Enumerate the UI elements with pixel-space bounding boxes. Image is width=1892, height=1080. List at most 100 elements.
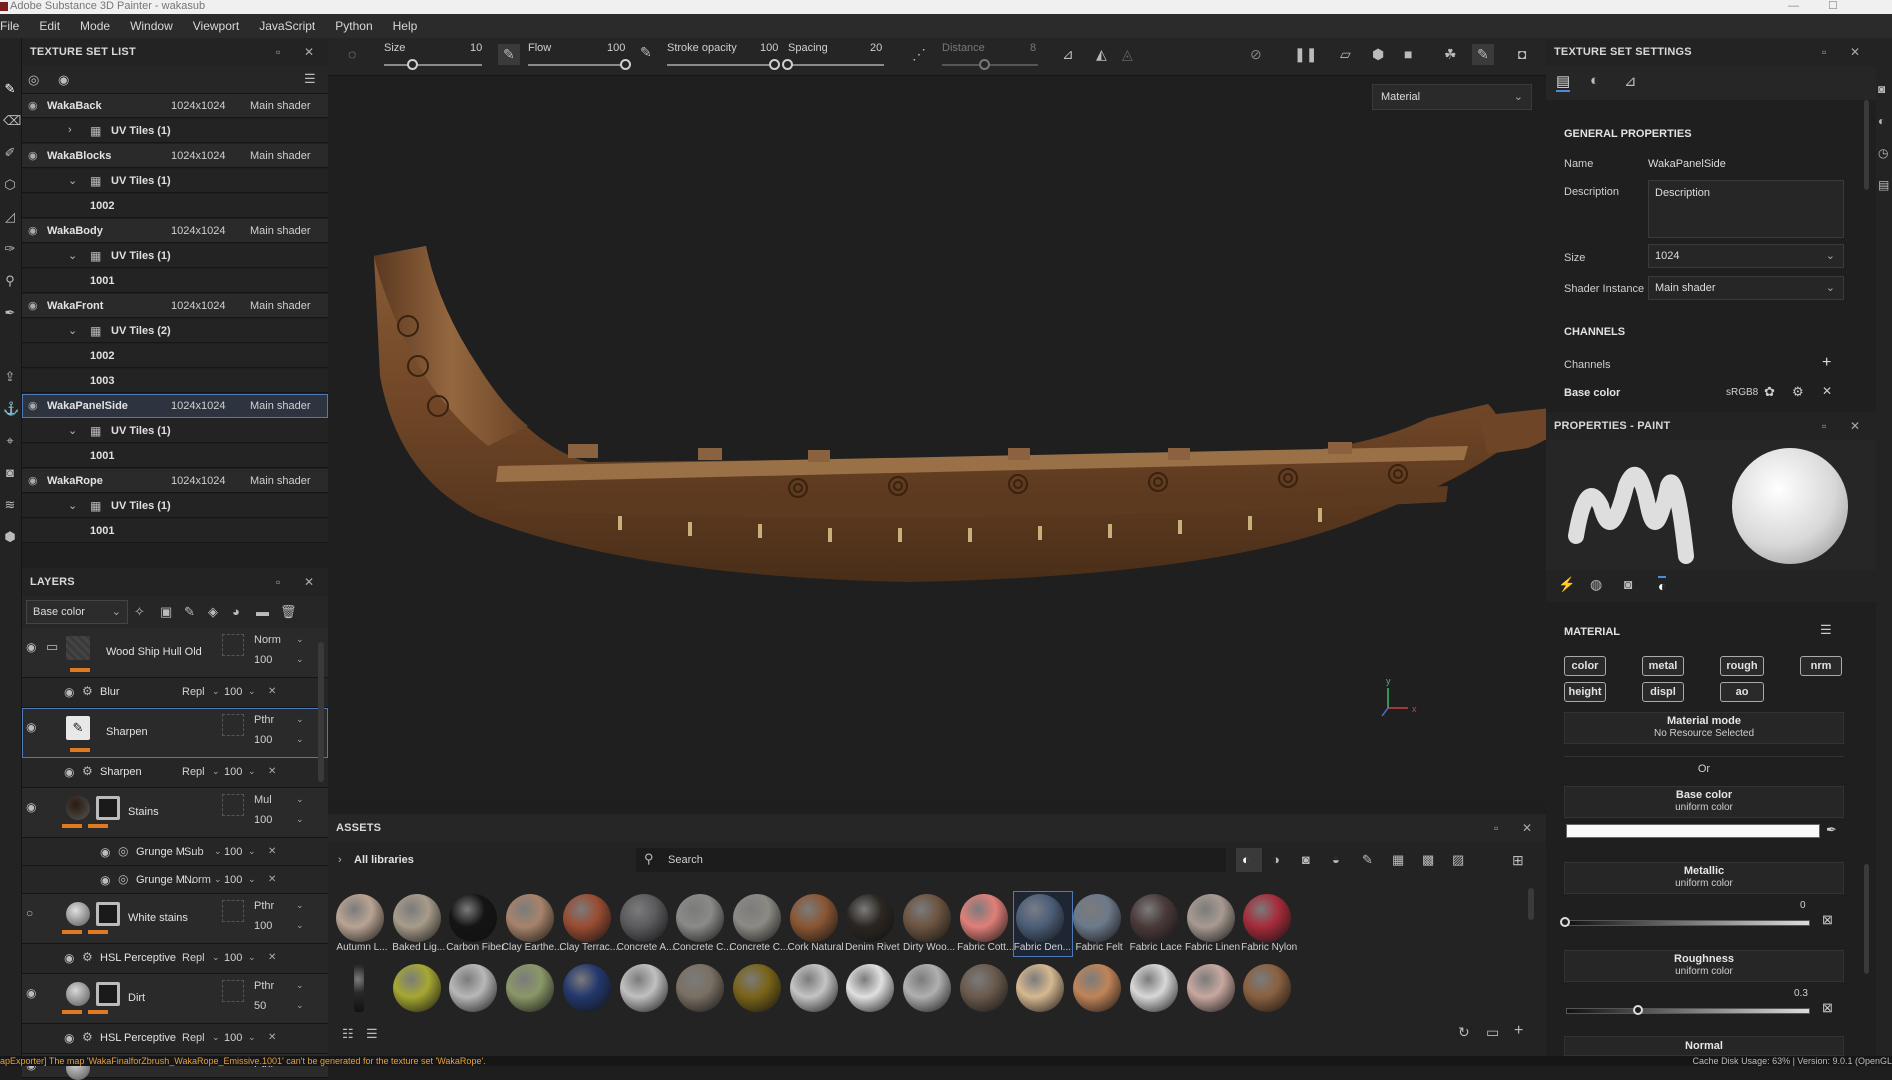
close-icon[interactable]: ✕	[1850, 45, 1860, 59]
blend-mode[interactable]: Pthr	[254, 980, 274, 992]
menu-file[interactable]: File	[0, 19, 29, 33]
chip-height[interactable]: height	[1564, 682, 1606, 702]
new-folder-icon[interactable]: ▭	[1486, 1024, 1499, 1041]
maximize-button[interactable]: ☐	[1828, 0, 1838, 13]
expand-chevron-icon[interactable]: ⌄	[68, 424, 77, 437]
asset-tile[interactable]: Concrete A...	[617, 892, 676, 956]
library-expand-icon[interactable]: ›	[338, 854, 342, 866]
layer-effect-row[interactable]: ◉ ⚙ Sharpen Repl ⌄ 100 ⌄ ✕	[22, 758, 328, 788]
asset-tile[interactable]: Clay Earthe...	[502, 892, 562, 956]
asset-tile[interactable]	[846, 964, 895, 1012]
metallic-card[interactable]: Metallic uniform color	[1564, 862, 1844, 894]
asset-tile[interactable]: Cork Natural	[788, 892, 846, 956]
eye-icon[interactable]: ◉	[58, 72, 69, 88]
menu-help[interactable]: Help	[383, 19, 428, 33]
chevron-down-icon[interactable]: ⌄	[248, 1032, 256, 1043]
eraser-icon[interactable]: ⌫	[3, 114, 21, 128]
chip-nrm[interactable]: nrm	[1800, 656, 1842, 676]
layers-scrollbar[interactable]	[318, 642, 324, 782]
layer-row[interactable]: ◉ Dirt Pthr ⌄ 50 ⌄	[22, 974, 328, 1024]
assets-list-icon[interactable]: ☰	[366, 1026, 378, 1042]
menu-javascript[interactable]: JavaScript	[249, 19, 325, 33]
asset-tile[interactable]	[903, 964, 951, 1012]
asset-tile[interactable]	[354, 964, 364, 1012]
library-name[interactable]: All libraries	[354, 854, 414, 866]
remove-channel-icon[interactable]: ✕	[1822, 384, 1832, 398]
layer-row[interactable]: ◉ Stains Mul ⌄ 100 ⌄	[22, 788, 328, 838]
chevron-down-icon[interactable]: ⌄	[214, 874, 222, 885]
description-field[interactable]: Description	[1648, 180, 1844, 238]
anchor-icon[interactable]: ⚓	[3, 402, 19, 416]
add-fill-layer-icon[interactable]: ◈	[208, 604, 218, 620]
asset-tile[interactable]: Concrete C...	[673, 892, 732, 956]
asset-tile[interactable]: Baked Lig...	[391, 892, 449, 956]
filter-textures-icon[interactable]: ▦	[1392, 852, 1404, 868]
chevron-down-icon[interactable]: ⌄	[296, 654, 304, 665]
uv-tiles-row[interactable]: ⌄ ▦ UV Tiles (2)	[22, 319, 328, 343]
chevron-down-icon[interactable]: ⌄	[296, 634, 304, 645]
viewport-mode-select[interactable]: Material ⌄	[1372, 84, 1532, 110]
layers-stack-icon[interactable]: ≋	[3, 498, 17, 512]
texture-set-row[interactable]: ◉ WakaBlocks 1024x1024 Main shader	[22, 144, 328, 168]
blend-mode[interactable]: Pthr	[254, 714, 274, 726]
asset-tile[interactable]: Clay Terrac...	[559, 892, 619, 956]
flow-slider[interactable]	[528, 64, 626, 66]
menu-viewport[interactable]: Viewport	[183, 19, 249, 33]
eye-icon[interactable]: ◉	[28, 149, 38, 162]
chevron-down-icon[interactable]: ⌄	[248, 686, 256, 697]
alignment-icon[interactable]: ⊿	[1062, 46, 1074, 63]
camera-icon[interactable]: ■	[1404, 46, 1412, 62]
asset-tile[interactable]: Carbon Fiber	[446, 892, 505, 956]
color-profile-icon[interactable]: ✿	[1764, 384, 1775, 400]
blend-mode[interactable]: Mul	[254, 794, 272, 806]
effect-opacity[interactable]: 100	[224, 952, 242, 964]
effect-opacity[interactable]: 100	[224, 1032, 242, 1044]
layer-mask-slot[interactable]	[222, 980, 244, 1002]
channel-select[interactable]: Base color ⌄	[26, 600, 128, 624]
layer-effect-row[interactable]: ◉ ⚙ HSL Perceptive Repl ⌄ 100 ⌄ ✕	[22, 1024, 328, 1054]
uv-tiles-row[interactable]: ⌄ ▦ UV Tiles (1)	[22, 419, 328, 443]
delete-icon[interactable]: 🗑	[280, 604, 297, 620]
metallic-slider[interactable]	[1566, 920, 1810, 926]
projection-icon[interactable]: ✐	[3, 146, 17, 160]
chevron-down-icon[interactable]: ⌄	[296, 900, 304, 911]
uv-tile-row[interactable]: 1001	[22, 519, 328, 543]
bake-icon[interactable]: ⇪	[3, 370, 17, 384]
close-icon[interactable]: ✕	[304, 45, 314, 59]
eye-icon[interactable]: ◉	[100, 873, 110, 887]
effect-opacity[interactable]: 100	[224, 766, 242, 778]
asset-tile[interactable]	[789, 964, 838, 1012]
uv-tile-row[interactable]: 1001	[22, 269, 328, 293]
expand-chevron-icon[interactable]: ⌄	[68, 174, 77, 187]
camera-icon[interactable]: ◙	[3, 466, 17, 480]
expand-chevron-icon[interactable]: ⌄	[68, 499, 77, 512]
effect-opacity[interactable]: 100	[224, 846, 242, 858]
asset-tile[interactable]: Fabric Nylon	[1241, 892, 1299, 956]
layer-mask-slot[interactable]	[222, 714, 244, 736]
viewport-3d[interactable]: y x	[328, 76, 1546, 802]
remove-effect-icon[interactable]: ✕	[268, 766, 276, 777]
uv-tile-row[interactable]: 1002	[22, 194, 328, 218]
asset-tile[interactable]	[1243, 964, 1292, 1012]
metallic-knob[interactable]	[1560, 917, 1570, 927]
boat-model[interactable]: y x	[328, 76, 1546, 802]
asset-tile[interactable]: Denim Rivet	[844, 892, 902, 956]
chevron-down-icon[interactable]: ⌄	[248, 952, 256, 963]
asset-tile[interactable]	[562, 964, 611, 1012]
size-select[interactable]: 1024 ⌄	[1648, 244, 1844, 268]
undock-icon[interactable]: ▫	[276, 45, 280, 59]
eye-icon[interactable]: ◉	[28, 224, 38, 237]
assets-filter-icon[interactable]: ☷	[342, 1026, 354, 1042]
menu-python[interactable]: Python	[325, 19, 382, 33]
asset-tile[interactable]: Autumn L...	[334, 892, 392, 956]
tab-settings-icon[interactable]: ▤	[1556, 72, 1571, 92]
add-folder-icon[interactable]: ▬	[256, 604, 269, 619]
filter-brushes-icon[interactable]: ✎	[1362, 852, 1373, 868]
uv-tiles-row[interactable]: ⌄ ▦ UV Tiles (1)	[22, 494, 328, 518]
pen-pressure-icon[interactable]: ✎	[498, 44, 520, 65]
stroke-opacity-slider[interactable]	[667, 64, 775, 66]
add-channel-icon[interactable]: +	[1822, 354, 1831, 372]
layer-mask-slot[interactable]	[222, 794, 244, 816]
measure-icon[interactable]: ⌖	[3, 434, 17, 448]
chevron-down-icon[interactable]: ⌄	[212, 766, 220, 777]
